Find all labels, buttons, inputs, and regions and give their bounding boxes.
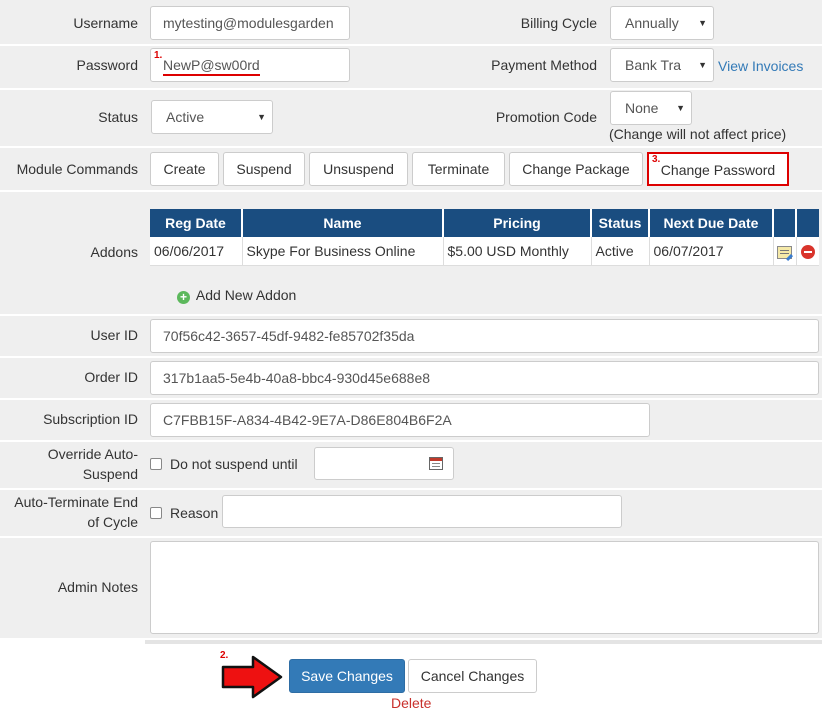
status-select[interactable]: Active ▼ bbox=[151, 100, 273, 134]
username-input[interactable]: mytesting@modulesgarden bbox=[150, 6, 350, 40]
suspend-date-input[interactable] bbox=[314, 447, 454, 480]
promotion-code-select[interactable]: None ▼ bbox=[610, 91, 692, 125]
add-new-addon-label: Add New Addon bbox=[195, 287, 297, 303]
col-edit bbox=[773, 209, 797, 237]
override-suspend-label-line1: Override Auto- bbox=[47, 446, 138, 462]
auto-terminate-label-line2: of Cycle bbox=[87, 514, 138, 530]
edit-icon[interactable] bbox=[777, 245, 794, 261]
admin-notes-label: Admin Notes bbox=[57, 579, 138, 595]
table-row: 06/06/2017 Skype For Business Online $5.… bbox=[150, 237, 819, 266]
unsuspend-button[interactable]: Unsuspend bbox=[309, 152, 408, 186]
auto-terminate-checkbox-label: Reason bbox=[170, 505, 219, 521]
col-status: Status bbox=[591, 209, 650, 237]
password-input[interactable]: NewP@sw00rd bbox=[150, 48, 350, 82]
addon-reg-date: 06/06/2017 bbox=[150, 237, 243, 266]
change-password-button[interactable]: Change Password bbox=[647, 152, 789, 186]
plus-icon: + bbox=[177, 291, 190, 304]
chevron-down-icon: ▼ bbox=[257, 112, 266, 122]
order-id-input[interactable]: 317b1aa5-5e4b-40a8-bbc4-930d45e688e8 bbox=[150, 361, 819, 395]
auto-terminate-checkbox[interactable] bbox=[150, 507, 162, 519]
billing-cycle-label: Billing Cycle bbox=[520, 15, 597, 31]
col-delete bbox=[796, 209, 819, 237]
col-next-due-date: Next Due Date bbox=[649, 209, 774, 237]
module-commands-label: Module Commands bbox=[16, 161, 138, 177]
subscription-id-label: Subscription ID bbox=[43, 411, 138, 427]
auto-terminate-label: Auto-Terminate End of Cycle bbox=[0, 492, 138, 532]
addon-name: Skype For Business Online bbox=[242, 237, 444, 266]
chevron-down-icon: ▼ bbox=[698, 18, 707, 28]
col-pricing: Pricing bbox=[443, 209, 592, 237]
order-id-label: Order ID bbox=[84, 369, 138, 385]
reason-input[interactable] bbox=[222, 495, 622, 528]
username-label: Username bbox=[73, 15, 138, 31]
step-1-marker: 1. bbox=[154, 50, 163, 61]
arrow-right-icon bbox=[221, 655, 283, 699]
change-package-button[interactable]: Change Package bbox=[509, 152, 643, 186]
override-suspend-checkbox[interactable] bbox=[150, 458, 162, 470]
create-button[interactable]: Create bbox=[150, 152, 219, 186]
addon-next-due: 06/07/2017 bbox=[649, 237, 774, 266]
payment-method-select[interactable]: Bank Tra ▼ bbox=[610, 48, 714, 82]
addons-label: Addons bbox=[90, 244, 138, 260]
subscription-id-input[interactable]: C7FBB15F-A834-4B42-9E7A-D86E804B6F2A bbox=[150, 403, 650, 437]
status-value: Active bbox=[166, 109, 205, 125]
cancel-changes-button[interactable]: Cancel Changes bbox=[408, 659, 537, 693]
payment-method-label: Payment Method bbox=[491, 57, 597, 73]
auto-terminate-label-line1: Auto-Terminate End bbox=[14, 494, 138, 510]
save-changes-button[interactable]: Save Changes bbox=[289, 659, 405, 693]
suspend-button[interactable]: Suspend bbox=[223, 152, 305, 186]
addons-header-row: Reg Date Name Pricing Status Next Due Da… bbox=[150, 209, 819, 237]
promotion-note: (Change will not affect price) bbox=[609, 126, 787, 142]
delete-link[interactable]: Delete bbox=[391, 694, 431, 712]
view-invoices-link[interactable]: View Invoices bbox=[718, 56, 803, 76]
billing-cycle-value: Annually bbox=[625, 15, 679, 31]
promotion-code-value: None bbox=[625, 100, 659, 116]
billing-cycle-select[interactable]: Annually ▼ bbox=[610, 6, 714, 40]
user-id-input[interactable]: 70f56c42-3657-45df-9482-fe85702f35da bbox=[150, 319, 819, 353]
promotion-code-label: Promotion Code bbox=[495, 109, 597, 125]
addons-table: Reg Date Name Pricing Status Next Due Da… bbox=[150, 209, 819, 266]
status-label: Status bbox=[98, 109, 138, 125]
chevron-down-icon: ▼ bbox=[698, 60, 707, 70]
terminate-button[interactable]: Terminate bbox=[412, 152, 505, 186]
col-reg-date: Reg Date bbox=[150, 209, 243, 237]
override-suspend-label-line2: Suspend bbox=[82, 466, 138, 482]
password-value: NewP@sw00rd bbox=[163, 57, 260, 76]
password-label: Password bbox=[76, 57, 138, 73]
chevron-down-icon: ▼ bbox=[676, 103, 685, 113]
col-name: Name bbox=[242, 209, 444, 237]
override-suspend-label: Override Auto- Suspend bbox=[0, 444, 138, 484]
override-suspend-checkbox-label: Do not suspend until bbox=[170, 456, 298, 472]
addon-pricing: $5.00 USD Monthly bbox=[443, 237, 592, 266]
addon-delete-cell bbox=[796, 237, 819, 266]
addon-status: Active bbox=[591, 237, 650, 266]
payment-method-value: Bank Tra bbox=[625, 57, 682, 73]
user-id-label: User ID bbox=[90, 327, 138, 343]
divider bbox=[145, 640, 822, 644]
calendar-icon[interactable] bbox=[429, 457, 443, 470]
delete-icon[interactable] bbox=[800, 244, 815, 259]
addon-edit-cell bbox=[773, 237, 797, 266]
add-new-addon-link[interactable]: + Add New Addon bbox=[177, 285, 296, 305]
admin-notes-textarea[interactable] bbox=[150, 541, 819, 634]
step-3-marker: 3. bbox=[652, 154, 661, 165]
